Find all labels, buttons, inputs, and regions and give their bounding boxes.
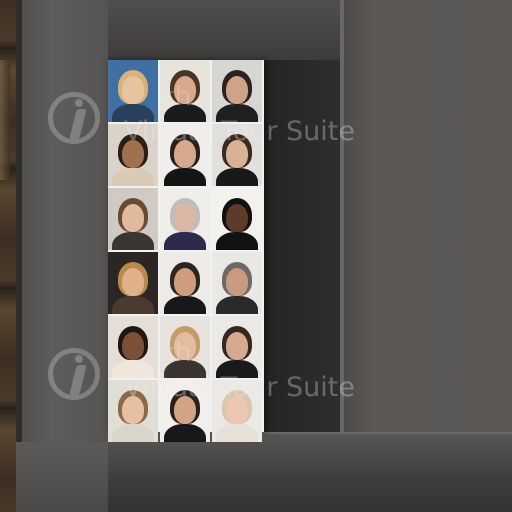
floor-ledge <box>108 432 512 512</box>
collage-photo <box>160 188 210 250</box>
collage-photo <box>108 380 158 442</box>
collage-photo <box>108 124 158 186</box>
collage-photo <box>212 188 262 250</box>
collage-photo <box>212 380 262 442</box>
collage-photo <box>108 60 158 122</box>
collage-photo <box>212 60 262 122</box>
collage-photo <box>160 124 210 186</box>
virtual-tour-scene[interactable]: th Virtual Tour Suite th Virtual Tour Su… <box>0 0 512 512</box>
collage-photo <box>160 252 210 314</box>
photo-collage-board[interactable] <box>108 60 264 442</box>
back-wall-top <box>108 0 340 60</box>
collage-photo <box>108 252 158 314</box>
collage-photo <box>108 188 158 250</box>
left-wall-pillar <box>16 0 108 442</box>
back-wall-shadow <box>264 60 340 432</box>
right-wall-edge <box>340 0 344 432</box>
left-pillar-shadow <box>16 0 22 442</box>
shelf-highlight <box>0 60 10 180</box>
collage-photo <box>160 60 210 122</box>
collage-photo <box>212 316 262 378</box>
collage-photo <box>160 380 210 442</box>
collage-photo <box>212 252 262 314</box>
right-wall <box>340 0 512 432</box>
collage-photo <box>212 124 262 186</box>
collage-photo <box>108 316 158 378</box>
collage-photo <box>160 316 210 378</box>
